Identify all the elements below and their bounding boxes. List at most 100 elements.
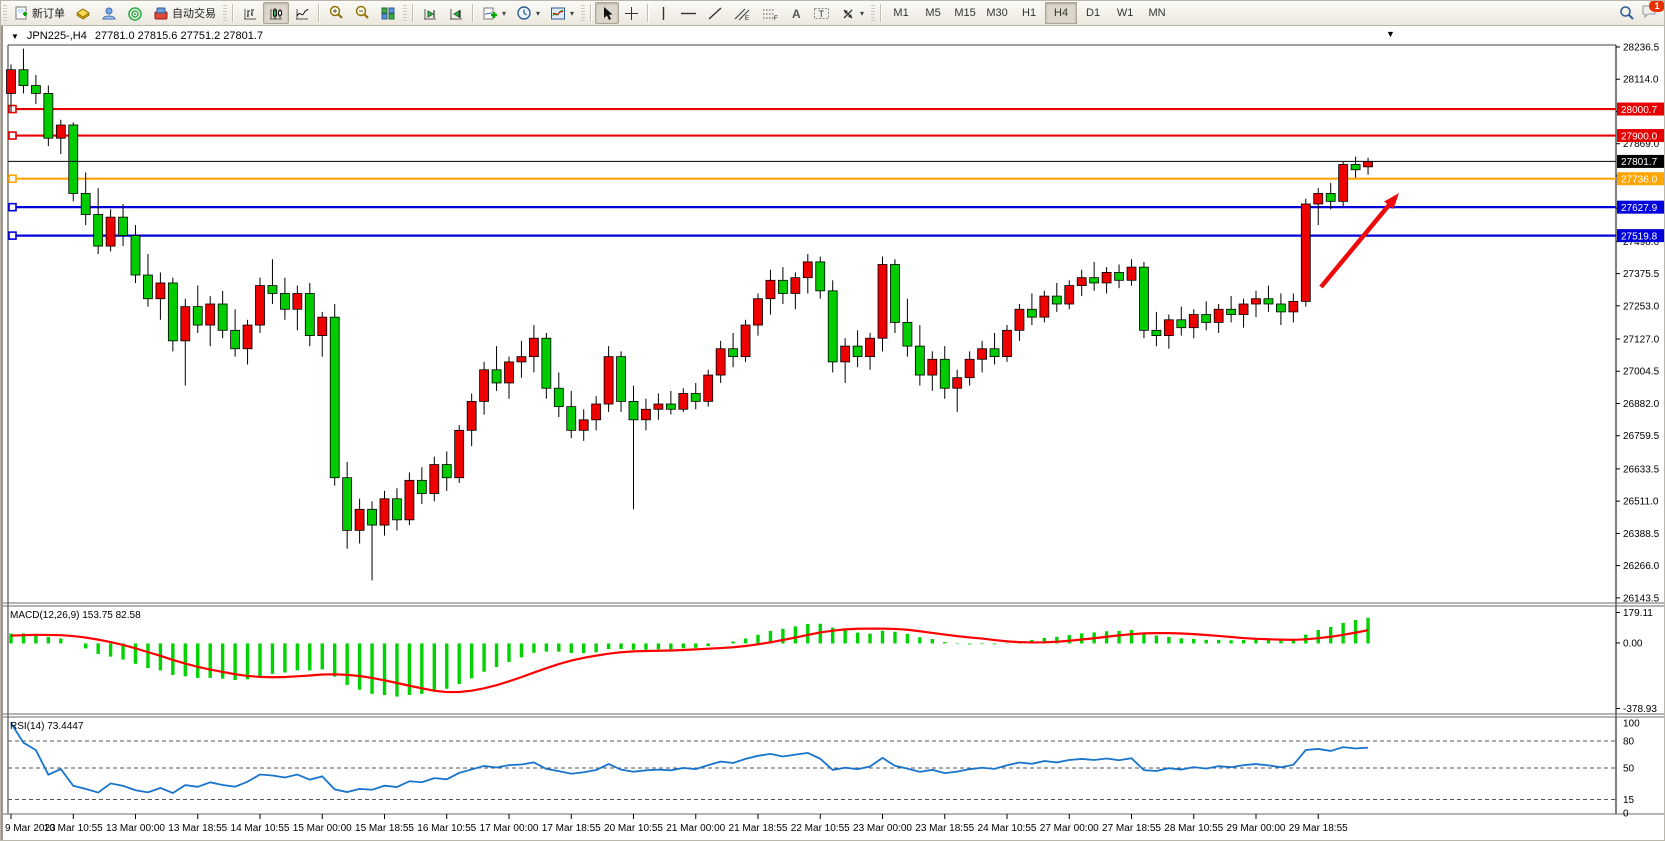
periods-button[interactable]: ▾	[511, 2, 545, 24]
trendline-tool-button[interactable]	[702, 2, 728, 24]
time-tick-label: 28 Mar 10:55	[1164, 823, 1223, 834]
price-badge-27801.7: 27801.7	[1617, 155, 1665, 168]
toolbar-separator	[472, 4, 474, 22]
text-tool-button[interactable]: A	[784, 2, 808, 24]
auto-scroll-button[interactable]	[417, 2, 443, 24]
dropdown-caret-icon: ▾	[570, 9, 574, 18]
zoom-out-icon	[354, 5, 370, 21]
hline-anchor-handle[interactable]	[9, 106, 16, 113]
profiles-button[interactable]	[96, 2, 122, 24]
hline-anchor-handle[interactable]	[9, 204, 16, 211]
candle-body	[1003, 330, 1012, 356]
timeframe-button-H4[interactable]: H4	[1045, 2, 1077, 24]
chart-canvas[interactable]: 28236.528114.027991.527869.027746.527624…	[3, 26, 1665, 841]
zoom-in-button[interactable]	[323, 2, 349, 24]
hline-anchor-handle[interactable]	[9, 132, 16, 139]
candle-body	[206, 304, 215, 325]
candle-body	[280, 293, 289, 309]
notification-badge: 1	[1649, 0, 1665, 12]
candle-body	[1239, 304, 1248, 315]
search-icon[interactable]	[1619, 5, 1635, 21]
candle-body	[890, 265, 899, 323]
crosshair-tool-button[interactable]	[619, 2, 644, 24]
toolbar-grip	[871, 5, 875, 21]
candle-body	[1077, 278, 1086, 286]
zoom-in-icon	[328, 5, 344, 21]
cursor-icon	[600, 6, 614, 21]
zoom-out-button[interactable]	[349, 2, 375, 24]
price-tick-label: 27004.5	[1623, 367, 1660, 378]
market-watch-button[interactable]	[70, 2, 96, 24]
rsi-axis-label: 80	[1623, 737, 1635, 748]
candle-body	[305, 293, 314, 335]
candle-body	[1339, 164, 1348, 201]
timeframe-button-M5[interactable]: M5	[917, 2, 949, 24]
tile-windows-button[interactable]	[375, 2, 401, 24]
text-label-tool-button[interactable]: T	[808, 2, 835, 24]
gold-box-icon	[75, 6, 91, 21]
candle-body	[1052, 296, 1061, 304]
price-tick-label: 28236.5	[1623, 42, 1660, 53]
candle-body	[44, 93, 53, 138]
plot-background[interactable]	[8, 45, 1616, 814]
candle-body	[1015, 309, 1024, 330]
timeframe-button-H1[interactable]: H1	[1013, 2, 1045, 24]
time-tick-label: 17 Mar 00:00	[480, 823, 539, 834]
candle-body	[1227, 309, 1236, 314]
candle-body	[455, 430, 464, 477]
hline-anchor-handle[interactable]	[9, 175, 16, 182]
chart-shift-button[interactable]	[443, 2, 469, 24]
candle-body	[1177, 320, 1186, 328]
line-chart-mode-button[interactable]	[289, 2, 315, 24]
candle-body	[604, 357, 613, 404]
arrows-tool-button[interactable]: ▾	[835, 2, 869, 24]
candle-body	[218, 304, 227, 330]
macd-axis-label: -378.93	[1623, 704, 1657, 715]
timeframe-button-M30[interactable]: M30	[981, 2, 1013, 24]
vertical-line-tool-button[interactable]	[652, 2, 675, 24]
templates-button[interactable]: ▾	[545, 2, 579, 24]
chart-symbol-label: JPN225-,H4	[27, 30, 87, 42]
bar-chart-mode-button[interactable]	[237, 2, 263, 24]
horizontal-line-tool-button[interactable]	[675, 2, 702, 24]
candle-body	[729, 349, 738, 357]
toolbar-grip	[223, 5, 227, 21]
price-tick-label: 26266.0	[1623, 561, 1660, 572]
chart-dropdown-icon[interactable]: ▼	[11, 32, 19, 41]
hline-anchor-handle[interactable]	[9, 232, 16, 239]
time-tick-label: 29 Mar 00:00	[1227, 823, 1286, 834]
time-axis[interactable]: 9 Mar 202310 Mar 10:5513 Mar 00:0013 Mar…	[5, 814, 1348, 834]
timeframe-button-M1[interactable]: M1	[885, 2, 917, 24]
candle-body	[1364, 161, 1373, 166]
toolbar-grip	[581, 5, 585, 21]
svg-text:27627.9: 27627.9	[1621, 203, 1658, 214]
candle-body	[417, 480, 426, 493]
fibonacci-tool-button[interactable]: F	[756, 2, 784, 24]
toolbar-separator	[232, 4, 234, 22]
cursor-tool-button[interactable]	[595, 2, 619, 24]
chart-shift-marker-icon[interactable]: ▼	[1386, 29, 1395, 39]
text-icon: A	[789, 6, 803, 21]
price-badge-28000.7: 28000.7	[1617, 103, 1665, 116]
notifications-button[interactable]: 1	[1641, 4, 1658, 22]
candle-body	[1326, 193, 1335, 201]
new-order-button[interactable]: 新订单	[9, 2, 70, 24]
toolbar-separator	[412, 4, 414, 22]
candle-body	[31, 86, 40, 94]
auto-trading-button[interactable]: 自动交易	[148, 2, 221, 24]
arrows-icon	[840, 6, 856, 21]
equidistant-channel-tool-button[interactable]: E	[728, 2, 756, 24]
timeframe-button-D1[interactable]: D1	[1077, 2, 1109, 24]
chart-ohlc-label: 27781.0 27815.6 27751.2 27801.7	[95, 30, 263, 42]
candle-chart-mode-button[interactable]	[263, 2, 289, 24]
macd-axis-label: 0.00	[1623, 638, 1643, 649]
signal-icon	[127, 6, 143, 21]
timeframe-button-MN[interactable]: MN	[1141, 2, 1173, 24]
market-button[interactable]	[122, 2, 148, 24]
timeframe-button-M15[interactable]: M15	[949, 2, 981, 24]
candle-body	[368, 509, 377, 525]
candle-body	[915, 346, 924, 375]
candle-body	[168, 283, 177, 341]
indicators-button[interactable]: ▾	[477, 2, 511, 24]
timeframe-button-W1[interactable]: W1	[1109, 2, 1141, 24]
